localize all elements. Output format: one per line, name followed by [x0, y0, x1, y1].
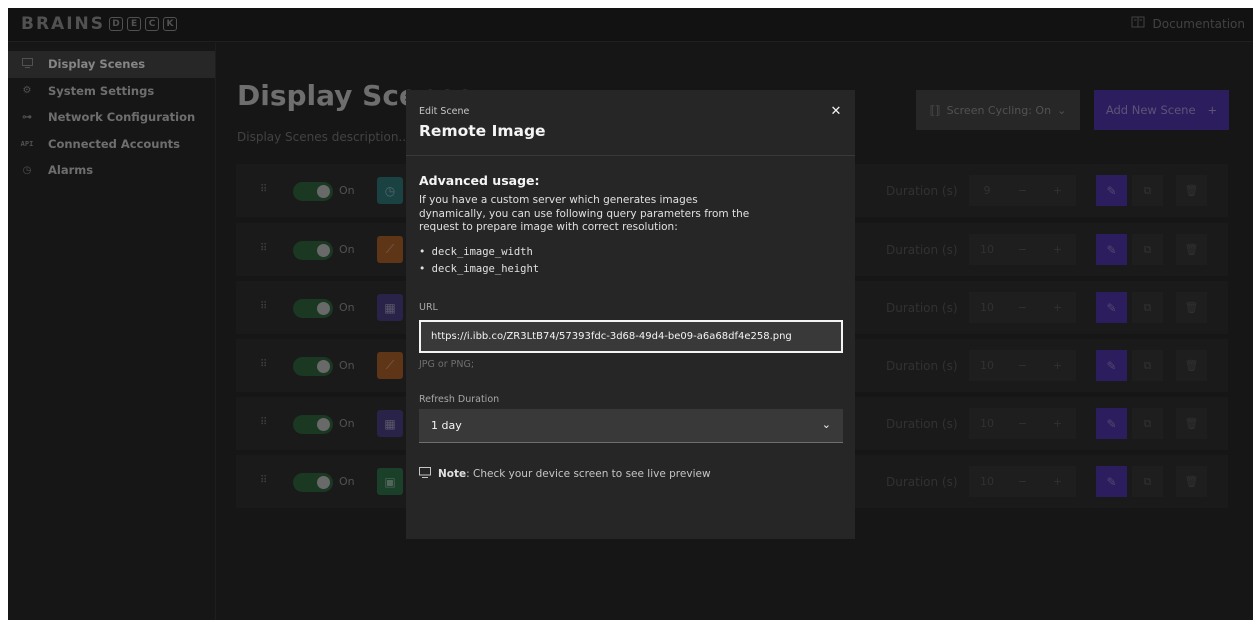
- close-icon[interactable]: ✕: [826, 102, 846, 122]
- query-param-item: • deck_image_width: [419, 246, 533, 258]
- url-input[interactable]: [419, 320, 843, 353]
- refresh-duration-select[interactable]: 1 day ⌄: [419, 409, 843, 443]
- advanced-usage-heading: Advanced usage:: [419, 173, 540, 188]
- query-param: deck_image_height: [431, 263, 540, 275]
- monitor-icon: [419, 467, 431, 481]
- modal-title: Remote Image: [419, 122, 546, 140]
- chevron-down-icon: ⌄: [821, 418, 831, 431]
- note-text: Note: Check your device screen to see li…: [438, 468, 711, 480]
- query-param: deck_image_width: [431, 246, 533, 258]
- preview-note: Note: Check your device screen to see li…: [419, 467, 711, 481]
- query-param-item: • deck_image_height: [419, 263, 540, 275]
- refresh-duration-value: 1 day: [431, 419, 462, 432]
- advanced-usage-description: If you have a custom server which genera…: [419, 194, 750, 233]
- modal-header: Edit Scene Remote Image ✕: [406, 90, 855, 156]
- app-window: BRAINS D E C K Documentation Display Sce…: [8, 8, 1253, 620]
- note-body: : Check your device screen to see live p…: [466, 468, 711, 480]
- modal-label: Edit Scene: [419, 106, 470, 117]
- edit-scene-modal: Edit Scene Remote Image ✕ Advanced usage…: [406, 90, 855, 539]
- note-bold: Note: [438, 468, 467, 480]
- url-label: URL: [419, 302, 438, 313]
- refresh-duration-label: Refresh Duration: [419, 394, 500, 405]
- url-helper-text: JPG or PNG;: [419, 359, 475, 370]
